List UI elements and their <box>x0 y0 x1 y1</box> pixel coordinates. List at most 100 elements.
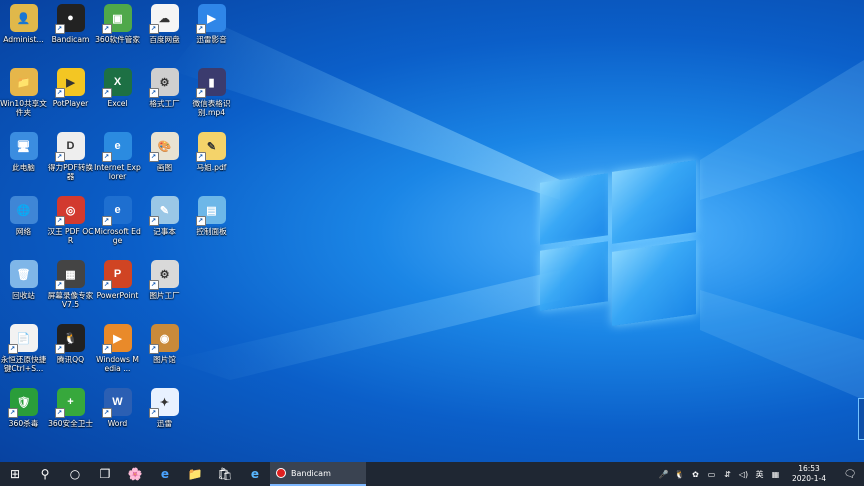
windows-logo <box>536 160 700 328</box>
desktop-control-panel[interactable]: ▤ ↗ 控制面板 <box>188 192 235 256</box>
desktop-icon-label: 回收站 <box>12 291 35 300</box>
shortcut-arrow-icon: ↗ <box>148 88 159 98</box>
empty-slot <box>188 320 235 384</box>
clock-time: 16:53 <box>798 464 820 473</box>
desktop-pdf-file[interactable]: ✎ ↗ 马姐.pdf <box>188 128 235 192</box>
desktop-icon-label: 得力PDF转换器 <box>47 163 94 181</box>
notification-center-icon[interactable]: 🗨 <box>836 469 864 480</box>
desktop-windows-media[interactable]: ▶ ↗ Windows Media ... <box>94 320 141 384</box>
desktop-notepad[interactable]: ✎ ↗ 记事本 <box>141 192 188 256</box>
pdf-converter-icon: D ↗ <box>54 132 85 162</box>
shortcut-arrow-icon: ↗ <box>54 216 65 226</box>
shortcut-arrow-icon: ↗ <box>54 24 65 34</box>
shortcut-arrow-icon: ↗ <box>148 344 159 354</box>
task-view-button[interactable]: ❐ <box>90 462 120 486</box>
desktop-video-file[interactable]: ▮ ↗ 微信表格识别.mp4 <box>188 64 235 128</box>
folder-icon: 📁 <box>187 467 203 481</box>
desktop-hanwang-ocr[interactable]: ◎ ↗ 汉王 PDF OCR <box>47 192 94 256</box>
desktop-thunder[interactable]: ✦ ↗ 迅雷 <box>141 384 188 448</box>
desktop-network[interactable]: 🌐 网络 <box>0 192 47 256</box>
desktop-360-antivirus[interactable]: 🛡 ↗ 360杀毒 <box>0 384 47 448</box>
desktop-excel[interactable]: X ↗ Excel <box>94 64 141 128</box>
windows-media-icon: ▶ ↗ <box>101 324 132 354</box>
shortcut-arrow-icon: ↗ <box>54 88 65 98</box>
thunder-icon: ✦ ↗ <box>148 388 179 418</box>
desktop-icon-label: 腾讯QQ <box>56 355 85 364</box>
network-tray-icon[interactable]: ⇵ <box>721 470 734 479</box>
shortcut-arrow-icon: ↗ <box>101 280 112 290</box>
shortcut-arrow-icon: ↗ <box>54 152 65 162</box>
desktop-xunlei-video[interactable]: ▶ ↗ 迅雷影音 <box>188 0 235 64</box>
desktop-icon-label: Word <box>107 419 128 428</box>
shortcut-arrow-icon: ↗ <box>101 216 112 226</box>
desktop-bandicam[interactable]: ● ↗ Bandicam <box>47 0 94 64</box>
notepad-icon: ✎ ↗ <box>148 196 179 226</box>
microphone-icon[interactable]: 🎤 <box>657 470 670 479</box>
desktop-image-factory[interactable]: ⚙ ↗ 图片工厂 <box>141 256 188 320</box>
desktop-icon-label: 网络 <box>15 227 32 236</box>
desktop-image-viewer[interactable]: ◉ ↗ 图片馆 <box>141 320 188 384</box>
shortcut-arrow-icon: ↗ <box>148 216 159 226</box>
format-factory-icon: ⚙ ↗ <box>148 68 179 98</box>
desktop-recycle-bin[interactable]: 🗑 回收站 <box>0 256 47 320</box>
desktop-microsoft-edge[interactable]: e ↗ Microsoft Edge <box>94 192 141 256</box>
desktop-icon-label: 马姐.pdf <box>196 163 227 172</box>
desktop-icon-label: 图片工厂 <box>149 291 180 300</box>
desktop-word[interactable]: W ↗ Word <box>94 384 141 448</box>
text-file-icon: 📄 ↗ <box>7 324 38 354</box>
qq-tray-icon[interactable]: 🐧 <box>673 470 686 479</box>
taskbar-app-label: Bandicam <box>291 468 331 478</box>
desktop-icon-label: 控制面板 <box>196 227 227 236</box>
desktop-tencent-qq[interactable]: 🐧 ↗ 腾讯QQ <box>47 320 94 384</box>
desktop-powerpoint[interactable]: P ↗ PowerPoint <box>94 256 141 320</box>
image-factory-icon: ⚙ ↗ <box>148 260 179 290</box>
internet-explorer-icon: e ↗ <box>101 132 132 162</box>
ime-indicator[interactable]: 英 <box>753 469 766 480</box>
shortcut-arrow-icon: ↗ <box>54 408 65 418</box>
desktop-icon-label: 图片馆 <box>153 355 176 364</box>
desktop-administrator[interactable]: 👤 Administ... <box>0 0 47 64</box>
desktop-format-factory[interactable]: ⚙ ↗ 格式工厂 <box>141 64 188 128</box>
battery-icon[interactable]: ▭ <box>705 470 718 479</box>
desktop-text-file[interactable]: 📄 ↗ 永恒还原快捷键Ctrl+S... <box>0 320 47 384</box>
app-tray-icon[interactable]: ✿ <box>689 470 702 479</box>
shortcut-arrow-icon: ↗ <box>101 152 112 162</box>
start-button[interactable]: ⊞ <box>0 462 30 486</box>
keyboard-icon[interactable]: ▦ <box>769 470 782 479</box>
windows-start-icon: ⊞ <box>9 467 21 481</box>
bandicam-record-icon <box>276 468 286 478</box>
tencent-qq-icon: 🐧 ↗ <box>54 324 85 354</box>
desktop-360-manager[interactable]: ▣ ↗ 360软件管家 <box>94 0 141 64</box>
pinned-app-explorer[interactable]: 📁 <box>180 462 210 486</box>
desktop-baidu-netdisk[interactable]: ☁ ↗ 百度网盘 <box>141 0 188 64</box>
cortana-button[interactable]: ○ <box>60 462 90 486</box>
pinned-app-ie[interactable]: e <box>240 462 270 486</box>
taskbar-app-bandicam[interactable]: Bandicam <box>270 462 366 486</box>
desktop-icon-label: PowerPoint <box>96 291 139 300</box>
desktop-internet-explorer[interactable]: e ↗ Internet Explorer <box>94 128 141 192</box>
video-file-icon: ▮ ↗ <box>195 68 226 98</box>
shortcut-arrow-icon: ↗ <box>7 344 18 354</box>
volume-icon[interactable]: ◁) <box>737 470 750 479</box>
desktop-icon-label: 格式工厂 <box>149 99 180 108</box>
desktop-paint[interactable]: 🎨 ↗ 画图 <box>141 128 188 192</box>
hanwang-ocr-icon: ◎ ↗ <box>54 196 85 226</box>
pinned-app-store[interactable]: 🛍 <box>210 462 240 486</box>
taskbar: ⊞ ⚲ ○ ❐ 🌸 e 📁 🛍 e Bandicam 🎤 🐧 ✿ ▭ ⇵ ◁) … <box>0 462 864 486</box>
desktop-360-security[interactable]: + ↗ 360安全卫士 <box>47 384 94 448</box>
image-viewer-icon: ◉ ↗ <box>148 324 179 354</box>
desktop-potplayer[interactable]: ▶ ↗ PotPlayer <box>47 64 94 128</box>
pinned-app-edge[interactable]: e <box>150 462 180 486</box>
pinned-app-flower[interactable]: 🌸 <box>120 462 150 486</box>
search-button[interactable]: ⚲ <box>30 462 60 486</box>
clock[interactable]: 16:53 2020-1-4 <box>785 464 833 484</box>
360-security-icon: + ↗ <box>54 388 85 418</box>
desktop-screen-recorder[interactable]: ▦ ↗ 屏幕录像专家V7.5 <box>47 256 94 320</box>
desktop-icon-label: 百度网盘 <box>149 35 180 44</box>
desktop-win10-share[interactable]: 📁 Win10共享文件夹 <box>0 64 47 128</box>
desktop-icon-label: 微信表格识别.mp4 <box>192 99 231 117</box>
desktop-pdf-converter[interactable]: D ↗ 得力PDF转换器 <box>47 128 94 192</box>
360-antivirus-icon: 🛡 ↗ <box>7 388 38 418</box>
flower-app-icon: 🌸 <box>127 467 143 481</box>
desktop-this-pc[interactable]: 🖥 此电脑 <box>0 128 47 192</box>
